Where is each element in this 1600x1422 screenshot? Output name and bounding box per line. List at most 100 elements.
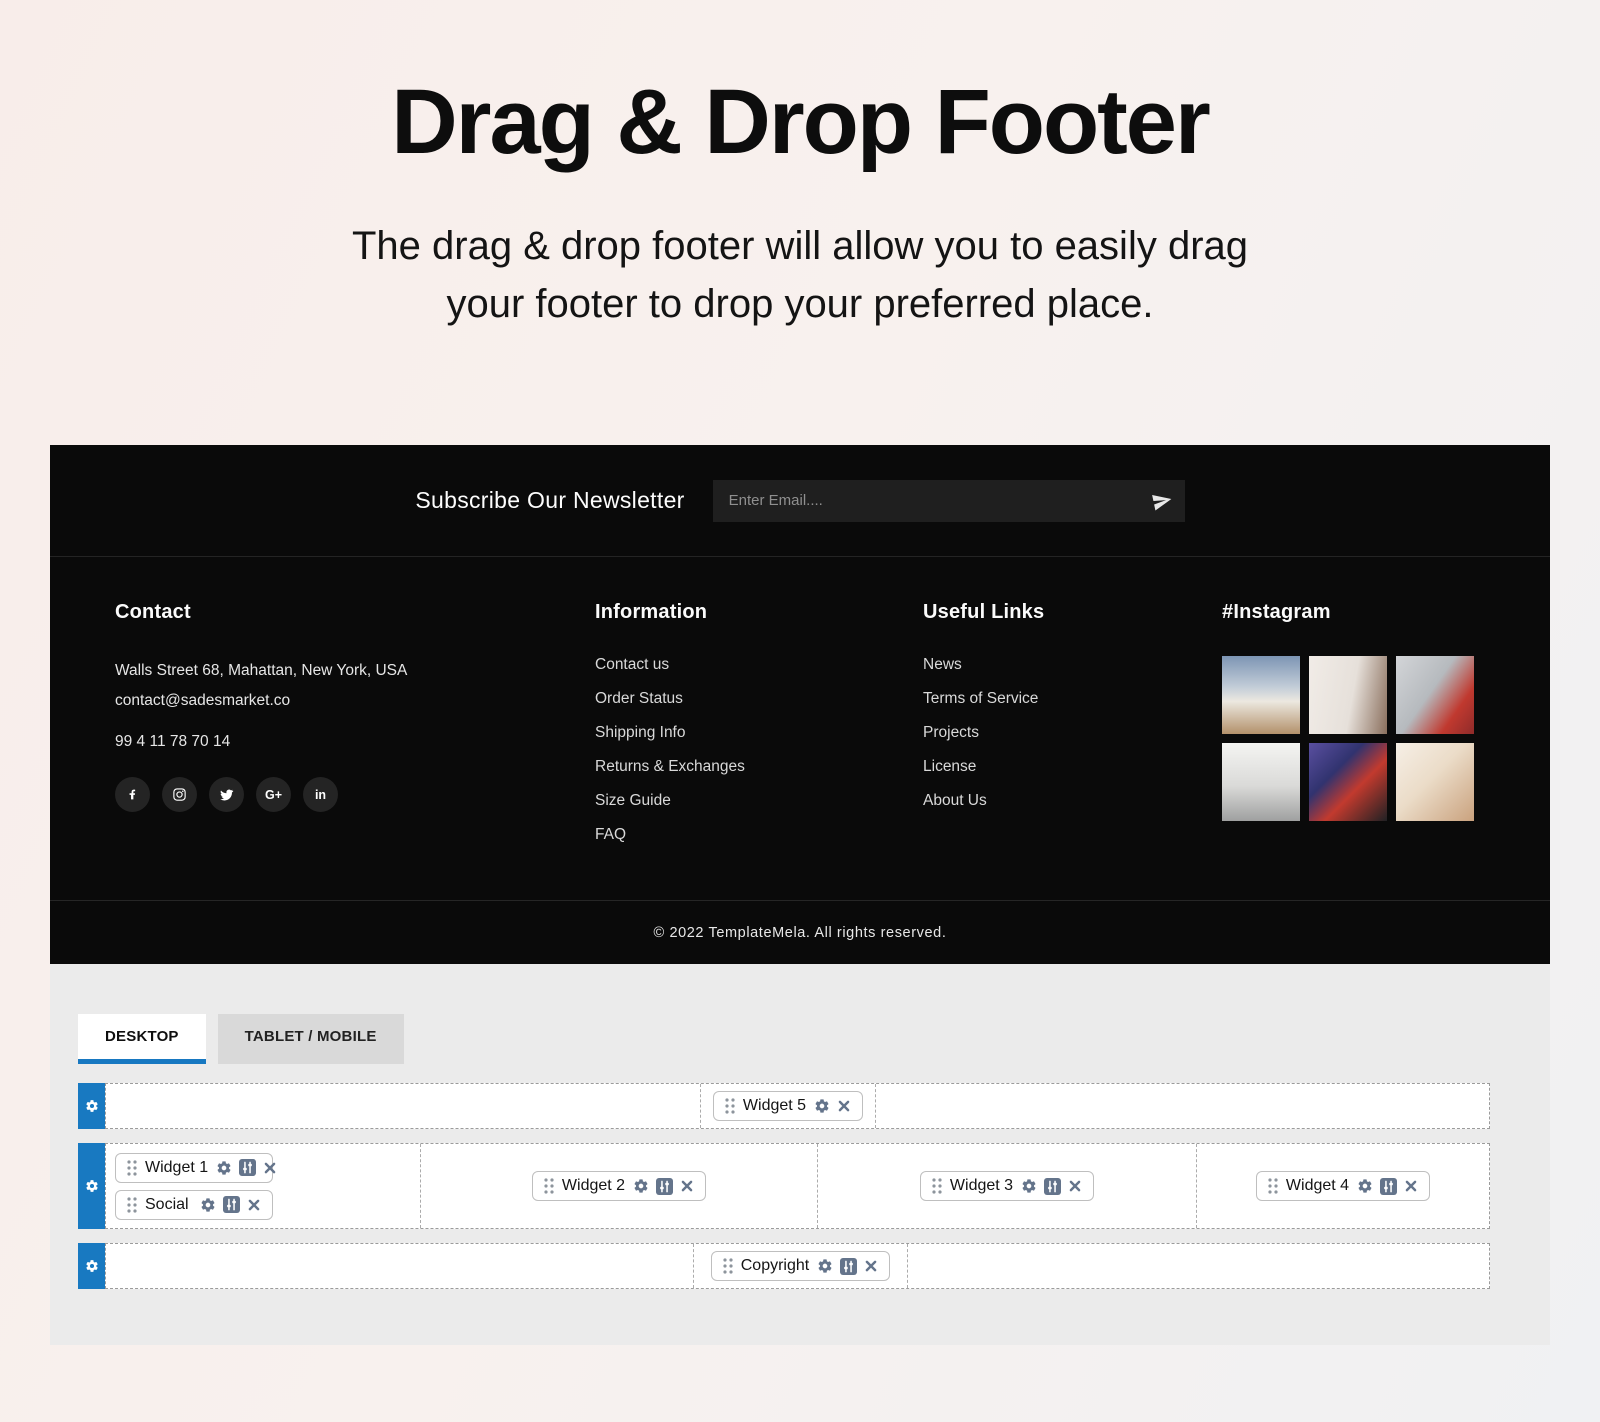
useful-links-heading: Useful Links xyxy=(923,601,1222,624)
list-item: Contact us xyxy=(595,656,923,674)
drag-handle-icon[interactable] xyxy=(725,1098,735,1114)
column-settings-icon[interactable] xyxy=(656,1178,673,1195)
gear-icon[interactable] xyxy=(817,1258,833,1274)
footer-link-faq[interactable]: FAQ xyxy=(595,826,626,843)
footer-link-about-us[interactable]: About Us xyxy=(923,792,987,809)
close-icon[interactable] xyxy=(263,1161,277,1175)
contact-heading: Contact xyxy=(115,601,595,624)
linkedin-icon[interactable]: in xyxy=(303,777,338,812)
column-settings-icon[interactable] xyxy=(840,1258,857,1275)
information-links: Contact us Order Status Shipping Info Re… xyxy=(595,656,923,844)
row-settings-handle[interactable] xyxy=(78,1243,105,1289)
builder-column-empty[interactable] xyxy=(106,1244,694,1288)
information-heading: Information xyxy=(595,601,923,624)
list-item: Terms of Service xyxy=(923,690,1222,708)
tab-tablet-mobile[interactable]: TABLET / MOBILE xyxy=(218,1014,404,1064)
twitter-icon[interactable] xyxy=(209,777,244,812)
close-icon[interactable] xyxy=(247,1198,261,1212)
drag-handle-icon[interactable] xyxy=(723,1258,733,1274)
footer-link-size-guide[interactable]: Size Guide xyxy=(595,792,671,809)
bedroom-photo[interactable] xyxy=(1222,743,1300,821)
builder-column[interactable]: Copyright xyxy=(694,1244,908,1288)
widget-chip-widget-5[interactable]: Widget 5 xyxy=(713,1091,863,1121)
instagram-heading: #Instagram xyxy=(1222,601,1485,624)
gear-icon[interactable] xyxy=(1357,1178,1373,1194)
builder-row-1: Widget 5 xyxy=(78,1083,1490,1129)
drag-handle-icon[interactable] xyxy=(127,1197,137,1213)
footer-link-contact-us[interactable]: Contact us xyxy=(595,656,669,673)
list-item: About Us xyxy=(923,792,1222,810)
builder-column[interactable]: Widget 4 xyxy=(1197,1144,1489,1228)
google-plus-icon[interactable]: G+ xyxy=(256,777,291,812)
gear-icon[interactable] xyxy=(814,1098,830,1114)
mechanic-photo[interactable] xyxy=(1396,656,1474,734)
gear-icon[interactable] xyxy=(633,1178,649,1194)
builder-row-2: Widget 1 Social xyxy=(78,1143,1490,1229)
newsletter-heading: Subscribe Our Newsletter xyxy=(415,487,684,514)
builder-column-empty[interactable] xyxy=(106,1084,701,1128)
list-item: License xyxy=(923,758,1222,776)
firefighter-photo[interactable] xyxy=(1309,743,1387,821)
widget-chip-widget-2[interactable]: Widget 2 xyxy=(532,1171,706,1201)
email-input[interactable] xyxy=(713,480,1185,522)
footer-link-returns-exchanges[interactable]: Returns & Exchanges xyxy=(595,758,745,775)
wedding-couple-photo[interactable] xyxy=(1396,743,1474,821)
builder-column[interactable]: Widget 3 xyxy=(818,1144,1197,1228)
widget-chip-widget-1[interactable]: Widget 1 xyxy=(115,1153,273,1183)
builder-rows: Widget 5 Widget 1 xyxy=(78,1083,1490,1289)
footer-columns: Contact Walls Street 68, Mahattan, New Y… xyxy=(50,557,1550,900)
drag-handle-icon[interactable] xyxy=(127,1160,137,1176)
subtitle-line-2: your footer to drop your preferred place… xyxy=(0,275,1600,333)
footer-link-order-status[interactable]: Order Status xyxy=(595,690,683,707)
page-title: Drag & Drop Footer xyxy=(0,72,1600,173)
builder-column-empty[interactable] xyxy=(908,1244,1489,1288)
instagram-grid xyxy=(1222,656,1474,821)
widget-chip-widget-3[interactable]: Widget 3 xyxy=(920,1171,1094,1201)
row-settings-handle[interactable] xyxy=(78,1143,105,1229)
close-icon[interactable] xyxy=(1068,1179,1082,1193)
gear-icon[interactable] xyxy=(1021,1178,1037,1194)
widget-chip-widget-4[interactable]: Widget 4 xyxy=(1256,1171,1430,1201)
builder-column[interactable]: Widget 2 xyxy=(421,1144,818,1228)
gear-icon[interactable] xyxy=(216,1160,232,1176)
row-settings-handle[interactable] xyxy=(78,1083,105,1129)
column-settings-icon[interactable] xyxy=(1044,1178,1061,1195)
close-icon[interactable] xyxy=(680,1179,694,1193)
gear-icon[interactable] xyxy=(200,1197,216,1213)
widget-chip-social[interactable]: Social xyxy=(115,1190,273,1220)
tab-desktop[interactable]: DESKTOP xyxy=(78,1014,206,1064)
builder-column[interactable]: Widget 1 Social xyxy=(106,1144,421,1228)
close-icon[interactable] xyxy=(1404,1179,1418,1193)
instagram-icon[interactable] xyxy=(162,777,197,812)
cyclist-photo[interactable] xyxy=(1222,656,1300,734)
facebook-icon[interactable] xyxy=(115,777,150,812)
widget-chip-copyright[interactable]: Copyright xyxy=(711,1251,890,1281)
child-glasses-photo[interactable] xyxy=(1309,656,1387,734)
footer-link-shipping-info[interactable]: Shipping Info xyxy=(595,724,686,741)
list-item: Shipping Info xyxy=(595,724,923,742)
drag-handle-icon[interactable] xyxy=(1268,1178,1278,1194)
drag-handle-icon[interactable] xyxy=(544,1178,554,1194)
instagram-column: #Instagram xyxy=(1222,601,1485,860)
copyright-text: © 2022 TemplateMela. All rights reserved… xyxy=(654,925,947,941)
drag-handle-icon[interactable] xyxy=(932,1178,942,1194)
list-item: Order Status xyxy=(595,690,923,708)
builder-column-empty[interactable] xyxy=(876,1084,1489,1128)
list-item: Projects xyxy=(923,724,1222,742)
list-item: FAQ xyxy=(595,826,923,844)
footer-builder-panel: DESKTOP TABLET / MOBILE Widget 5 xyxy=(50,964,1550,1345)
hero-section: Drag & Drop Footer The drag & drop foote… xyxy=(0,0,1600,333)
footer-link-license[interactable]: License xyxy=(923,758,976,775)
column-settings-icon[interactable] xyxy=(1380,1178,1397,1195)
footer-link-news[interactable]: News xyxy=(923,656,962,673)
send-icon[interactable] xyxy=(1150,489,1174,513)
column-settings-icon[interactable] xyxy=(239,1159,256,1176)
gear-icon xyxy=(85,1259,99,1273)
page-subtitle: The drag & drop footer will allow you to… xyxy=(0,217,1600,333)
close-icon[interactable] xyxy=(837,1099,851,1113)
footer-link-terms[interactable]: Terms of Service xyxy=(923,690,1038,707)
builder-column[interactable]: Widget 5 xyxy=(701,1084,876,1128)
footer-link-projects[interactable]: Projects xyxy=(923,724,979,741)
close-icon[interactable] xyxy=(864,1259,878,1273)
column-settings-icon[interactable] xyxy=(223,1196,240,1213)
